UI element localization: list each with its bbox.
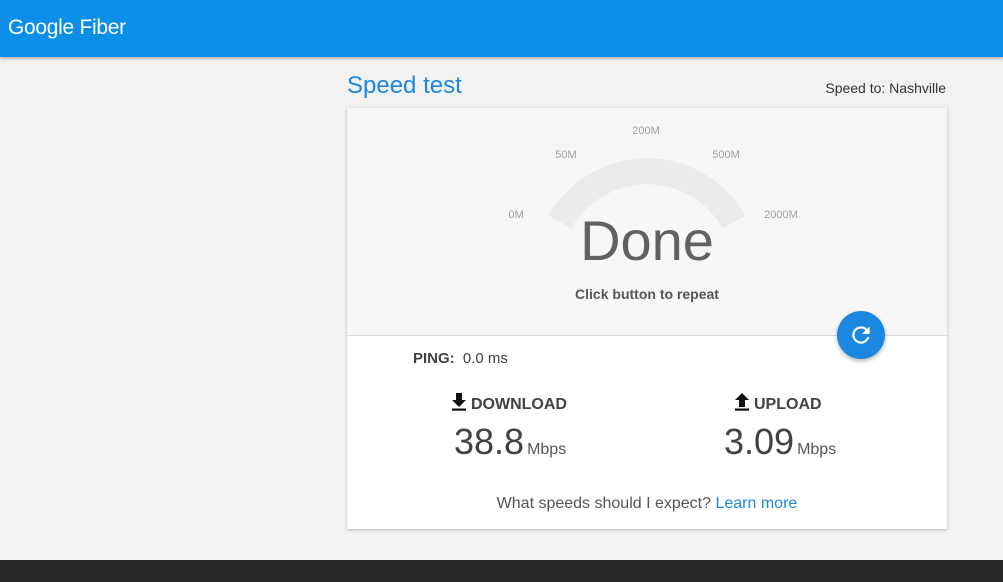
download-label-group: DOWNLOAD	[451, 393, 567, 414]
upload-icon	[735, 393, 749, 411]
page-title: Speed test	[347, 72, 462, 99]
download-result: 38.8 Mbps	[454, 421, 566, 463]
test-status: Done	[580, 209, 714, 272]
page-footer-bar	[0, 560, 1003, 582]
gauge-tick-3: 500M	[712, 149, 740, 161]
speed-to-location: Speed to: Nashville	[825, 80, 946, 96]
learn-more-link[interactable]: Learn more	[715, 495, 797, 512]
google-fiber-logo[interactable]: Google Fiber	[8, 16, 126, 40]
speed-test-card: 0M 50M 200M 500M 2000M Done Click button…	[347, 108, 947, 529]
repeat-test-button[interactable]	[837, 311, 885, 359]
top-app-bar: Google Fiber	[0, 0, 1003, 57]
ping-value: 0.0 ms	[462, 350, 508, 367]
upload-value: 3.09	[724, 421, 795, 462]
upload-unit: Mbps	[797, 441, 837, 458]
gauge-tick-1: 50M	[555, 149, 577, 161]
gauge-tick-2: 200M	[632, 125, 660, 137]
download-unit: Mbps	[527, 441, 567, 458]
upload-label-group: UPLOAD	[734, 393, 822, 414]
upload-label: UPLOAD	[754, 396, 822, 413]
ping-label: PING:	[413, 350, 455, 367]
upload-result: 3.09 Mbps	[724, 421, 836, 463]
download-icon	[452, 393, 466, 411]
expected-speeds-line: What speeds should I expect? Learn more	[347, 495, 947, 513]
repeat-hint: Click button to repeat	[575, 286, 719, 302]
gauge-panel: 0M 50M 200M 500M 2000M Done Click button…	[347, 108, 947, 336]
expected-speeds-question: What speeds should I expect?	[496, 495, 712, 512]
download-value: 38.8	[454, 421, 525, 462]
refresh-icon	[852, 326, 870, 344]
ping-result: PING: 0.0 ms	[413, 350, 508, 367]
download-label: DOWNLOAD	[471, 396, 567, 413]
